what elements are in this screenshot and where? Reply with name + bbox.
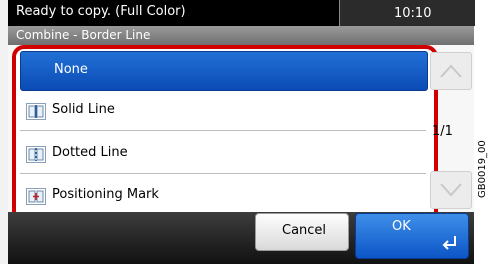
cancel-button[interactable]: Cancel [255, 213, 349, 251]
cancel-button-label: Cancel [282, 223, 327, 238]
device-panel: Ready to copy. (Full Color) 10:10 Combin… [0, 0, 475, 264]
status-message: Ready to copy. (Full Color) [16, 4, 186, 19]
list-item-solid-line[interactable]: Solid Line [20, 92, 426, 131]
content-area: None Solid Line Dotted Line Positioning … [8, 45, 474, 225]
screen-title: Combine - Border Line [16, 28, 151, 42]
ok-button[interactable]: OK [355, 213, 469, 259]
positioning-mark-icon [26, 188, 46, 205]
scroll-down-button[interactable] [430, 171, 472, 209]
status-bar: Ready to copy. (Full Color) 10:10 [8, 0, 475, 26]
chevron-up-icon [440, 64, 462, 78]
dotted-line-icon [26, 146, 46, 163]
list-item-positioning-mark[interactable]: Positioning Mark [20, 177, 426, 215]
list-item-label: Dotted Line [52, 145, 128, 160]
list-item-label: Solid Line [52, 102, 115, 117]
solid-line-icon [26, 103, 46, 120]
figure-code: GB0019_00 [477, 140, 488, 198]
chevron-down-icon [440, 183, 462, 197]
list-item-label: None [54, 62, 88, 77]
page-indicator: 1/1 [432, 124, 453, 139]
option-list: None Solid Line Dotted Line Positioning … [12, 45, 438, 225]
ok-button-label: OK [392, 219, 411, 234]
list-item-label: Positioning Mark [52, 187, 159, 202]
list-item-dotted-line[interactable]: Dotted Line [20, 135, 426, 174]
screen-title-bar: Combine - Border Line [8, 26, 474, 45]
status-time: 10:10 [394, 6, 432, 21]
scroll-up-button[interactable] [430, 52, 472, 90]
list-item-none[interactable]: None [20, 51, 428, 91]
enter-icon [441, 234, 459, 252]
